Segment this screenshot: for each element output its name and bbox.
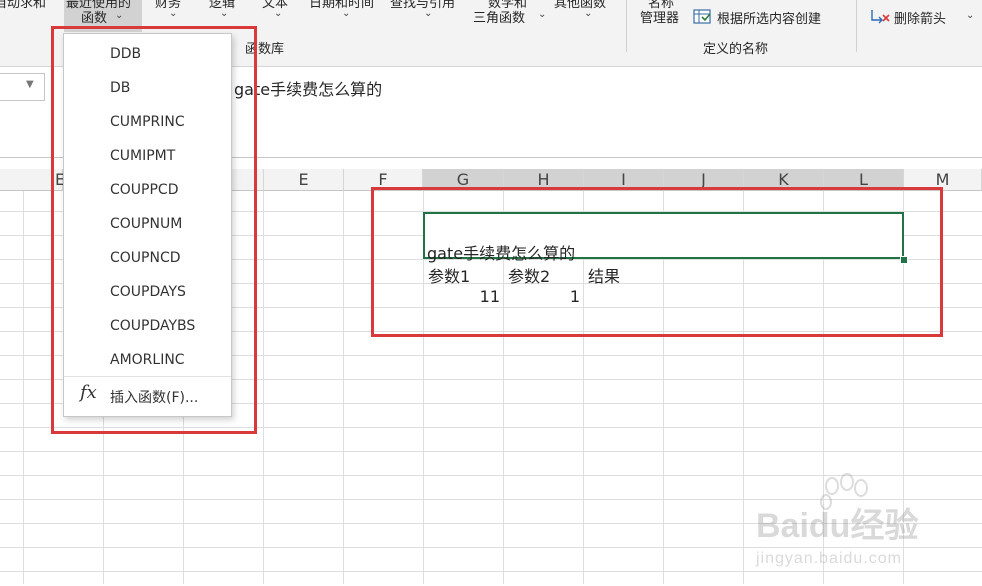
create-from-selection-icon bbox=[693, 8, 713, 26]
group-defined-names: 定义的名称 bbox=[703, 42, 769, 57]
chevron-down-icon[interactable]: ▼ bbox=[26, 79, 34, 90]
grid-line bbox=[263, 191, 264, 584]
chevron-down-icon[interactable]: ⌄ bbox=[966, 10, 974, 21]
lookup-label[interactable]: 查找与引用 bbox=[390, 0, 455, 11]
remove-arrows-icon bbox=[869, 7, 891, 27]
name-box[interactable]: ▼ bbox=[0, 73, 45, 101]
autosum-label[interactable]: 自动求和 bbox=[0, 0, 46, 11]
chevron-down-icon[interactable]: ⌄ bbox=[538, 9, 546, 20]
chevron-down-icon[interactable]: ⌄ bbox=[169, 8, 177, 19]
math-trig-label[interactable]: 三角函数 bbox=[473, 7, 525, 26]
grid-line bbox=[0, 451, 982, 452]
name-manager-button[interactable]: 管理器 bbox=[640, 7, 679, 26]
more-functions-label[interactable]: 其他函数 bbox=[554, 0, 606, 11]
chevron-down-icon[interactable]: ⌄ bbox=[220, 8, 228, 19]
watermark-brand: Baidu经验 bbox=[756, 507, 919, 545]
chevron-down-icon[interactable]: ⌄ bbox=[274, 8, 282, 19]
create-from-selection-button[interactable]: 根据所选内容创建 bbox=[717, 8, 821, 27]
ribbon-separator bbox=[856, 0, 857, 52]
column-header-e[interactable]: E bbox=[264, 169, 344, 191]
recently-used-label: 函数 bbox=[81, 11, 108, 26]
watermark-url: jingyan.baidu.com bbox=[756, 550, 902, 567]
ribbon-separator bbox=[626, 0, 627, 52]
chevron-down-icon[interactable]: ⌄ bbox=[424, 8, 432, 19]
highlight-box-dropdown bbox=[51, 26, 257, 434]
baidu-watermark: Baidu经验 jingyan.baidu.com bbox=[752, 472, 942, 582]
chevron-down-icon[interactable]: ⌄ bbox=[584, 8, 592, 19]
chevron-down-icon: ⌄ bbox=[115, 10, 124, 21]
chevron-down-icon[interactable]: ⌄ bbox=[342, 8, 350, 19]
highlight-box-cells bbox=[371, 187, 943, 337]
remove-arrows-button[interactable]: 删除箭头 bbox=[894, 8, 946, 27]
grid-line bbox=[343, 191, 344, 584]
grid-line bbox=[23, 191, 24, 584]
